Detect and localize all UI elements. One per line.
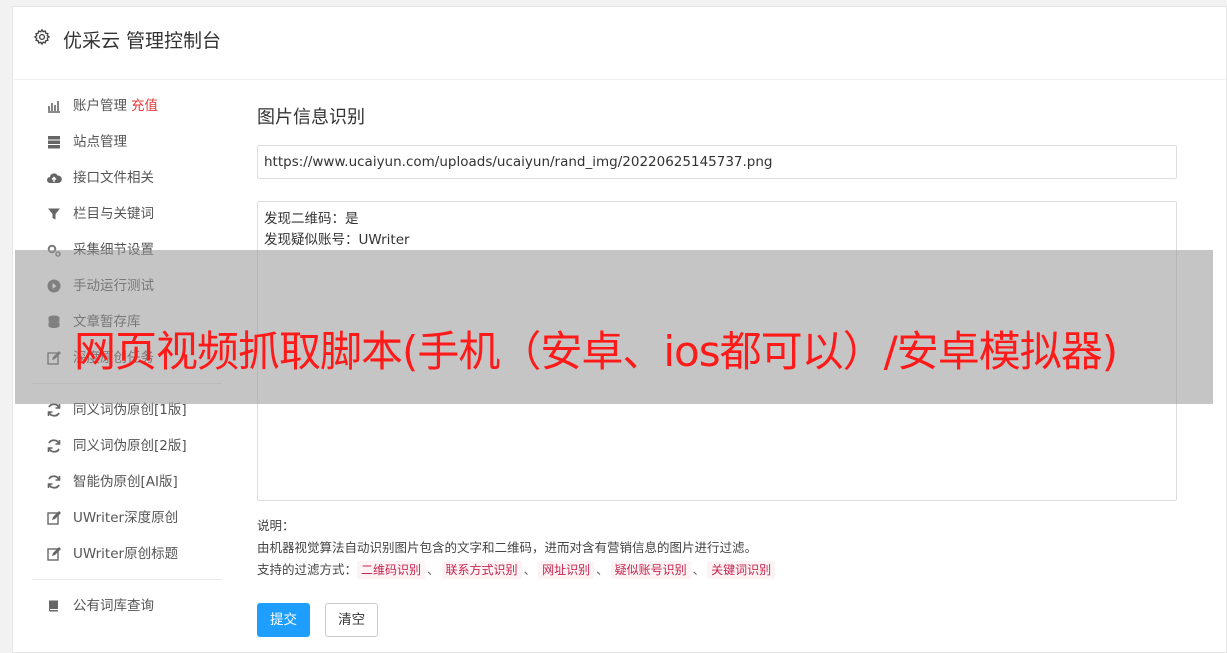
sidebar-item[interactable]: UWriter原创标题 <box>12 536 232 572</box>
refresh-icon <box>46 402 62 418</box>
sidebar-item[interactable]: 账户管理 充值 <box>12 88 232 124</box>
filter-separator: 、 <box>523 562 537 577</box>
sidebar-item[interactable]: 栏目与关键词 <box>12 196 232 232</box>
sidebar-item[interactable]: 同义词伪原创[2版] <box>12 428 232 464</box>
result-line: 发现二维码：是 <box>264 211 359 227</box>
notes-description: 由机器视觉算法自动识别图片包含的文字和二维码，进而对含有营销信息的图片进行过滤。 <box>257 540 758 555</box>
filter-separator: 、 <box>692 562 706 577</box>
sidebar-item[interactable]: 接口文件相关 <box>12 160 232 196</box>
sidebar-item-label: 同义词伪原创[1版] <box>73 402 187 418</box>
cloud-upload-icon <box>46 170 62 186</box>
book-icon <box>46 598 62 614</box>
filter-tag: 网址识别 <box>538 561 595 579</box>
sidebar-divider <box>32 579 222 580</box>
sidebar-item[interactable]: UWriter深度原创 <box>12 500 232 536</box>
sidebar-item-label: 接口文件相关 <box>73 170 154 186</box>
overlay-headline: 网页视频抓取脚本(手机（安卓、ios都可以）/安卓模拟器) <box>74 327 1118 376</box>
page-title: 优采云 管理控制台 <box>63 30 222 52</box>
server-icon <box>46 134 62 150</box>
filter-label: 支持的过滤方式： <box>257 562 358 577</box>
sidebar-item[interactable]: 智能伪原创[AI版] <box>12 464 232 500</box>
filter-icon <box>46 206 62 222</box>
filter-tag: 关键词识别 <box>707 561 776 579</box>
filter-tag: 联系方式识别 <box>441 561 522 579</box>
sidebar-item-label: 站点管理 <box>73 134 127 150</box>
form-buttons: 提交 清空 <box>257 603 1177 637</box>
submit-button[interactable]: 提交 <box>257 603 310 637</box>
page-header: 优采云 管理控制台 <box>13 7 1226 80</box>
refresh-icon <box>46 474 62 490</box>
notes: 说明： 由机器视觉算法自动识别图片包含的文字和二维码，进而对含有营销信息的图片进… <box>257 515 1177 581</box>
sidebar-item-label: 智能伪原创[AI版] <box>73 474 178 490</box>
gear-icon <box>33 28 51 46</box>
notes-label: 说明： <box>257 518 295 533</box>
filter-separator: 、 <box>596 562 609 577</box>
edit-icon <box>46 546 62 562</box>
recharge-link[interactable]: 充值 <box>131 98 158 114</box>
clear-button[interactable]: 清空 <box>325 603 379 637</box>
sidebar-item-label: UWriter原创标题 <box>73 546 179 562</box>
filter-methods: 支持的过滤方式： 二维码识别、联系方式识别、网址识别、疑似账号识别、关键词识别 <box>257 559 1177 581</box>
image-url-input[interactable] <box>257 145 1177 179</box>
bar-chart-icon <box>46 98 62 114</box>
sidebar-item-label: UWriter深度原创 <box>73 510 179 526</box>
sidebar-item-label: 账户管理 <box>73 98 127 114</box>
filter-tag: 二维码识别 <box>357 561 426 579</box>
result-line: 发现疑似账号：UWriter <box>264 232 410 248</box>
sidebar-item-label: 栏目与关键词 <box>73 206 154 222</box>
sidebar-item[interactable]: 站点管理 <box>12 124 232 160</box>
edit-icon <box>46 510 62 526</box>
refresh-icon <box>46 438 62 454</box>
section-title: 图片信息识别 <box>257 107 365 128</box>
filter-tag: 疑似账号识别 <box>610 561 691 579</box>
sidebar-item-label: 公有词库查询 <box>73 598 154 614</box>
sidebar-item[interactable]: 公有词库查询 <box>12 588 232 624</box>
filter-separator: 、 <box>427 562 440 577</box>
sidebar-item-label: 同义词伪原创[2版] <box>73 438 187 454</box>
